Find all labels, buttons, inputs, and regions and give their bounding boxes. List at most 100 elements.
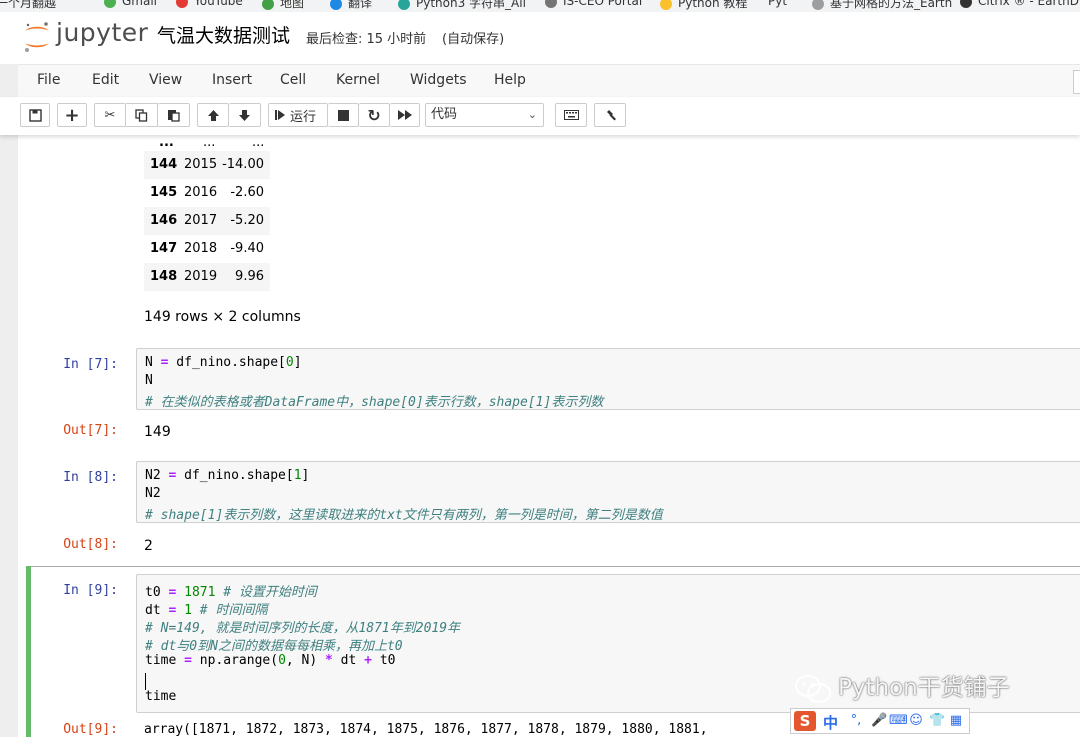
row-index: 147 <box>150 241 178 256</box>
code-comment: # 在类似的表格或者DataFrame中，shape[0]表示行数，shape[… <box>145 395 604 410</box>
row-index: 146 <box>150 213 178 228</box>
notebook-title[interactable]: 气温大数据测试 <box>157 21 290 48</box>
menu-kernel[interactable]: Kernel <box>336 72 380 88</box>
autosave-status: (自动保存) <box>442 32 505 47</box>
bookmark-item[interactable]: Python3 字符串_All <box>398 0 526 11</box>
watermark-text: Python干货铺子 <box>838 675 1010 701</box>
skin-icon[interactable]: 👕 <box>929 713 945 729</box>
input-prompt: In [7]: <box>63 357 118 372</box>
arrow-up-icon <box>207 109 219 121</box>
copy-button[interactable] <box>126 103 158 127</box>
cell-output: 149 <box>144 424 171 440</box>
chevron-down-icon: ⌄ <box>527 108 537 121</box>
row-year: 2016 <box>184 185 218 200</box>
menu-help[interactable]: Help <box>494 72 526 88</box>
jupyter-logo-icon[interactable] <box>22 20 52 54</box>
code-comment: # shape[1]表示列数，这里读取进来的txt文件只有两列，第一列是时间，第… <box>145 508 663 523</box>
menu-insert[interactable]: Insert <box>212 72 252 88</box>
run-button[interactable]: 运行 <box>268 103 328 127</box>
bookmark-item[interactable]: 基于网格的方法_Earth <box>812 0 952 11</box>
bookmark-item[interactable]: Gmail <box>104 0 157 8</box>
sogou-logo-icon[interactable]: S <box>794 711 816 731</box>
table-row: 146 2017 -5.20 <box>144 207 270 235</box>
toolbox-icon[interactable]: ▦ <box>949 713 963 729</box>
arrow-down-icon <box>239 109 250 121</box>
dataframe-shape-note: 149 rows × 2 columns <box>144 309 301 325</box>
paste-button[interactable] <box>158 103 190 127</box>
row-value: 9.96 <box>235 269 264 284</box>
punctuation-icon[interactable]: °, <box>845 713 867 729</box>
cut-button[interactable]: ✂ <box>94 103 126 127</box>
save-button[interactable] <box>20 103 50 127</box>
ime-mode-toggle[interactable]: 中 <box>823 712 838 733</box>
text-cursor <box>145 673 146 690</box>
restart-button[interactable]: ↻ <box>359 103 390 127</box>
bookmark-item[interactable]: 翻译 <box>330 0 372 11</box>
bookmark-item[interactable]: 一个月翻越 <box>0 0 56 11</box>
menu-cell[interactable]: Cell <box>280 72 306 88</box>
table-row: 144 2015 -14.00 <box>144 151 270 179</box>
row-year: 2018 <box>184 241 218 256</box>
add-cell-button[interactable]: + <box>57 103 87 127</box>
row-index: 148 <box>150 269 178 284</box>
row-index: 144 <box>150 157 178 172</box>
wrench-button[interactable] <box>594 103 626 127</box>
menu-bar: File Edit View Insert Cell Kernel Widget… <box>18 64 1080 99</box>
command-palette-button[interactable] <box>555 103 587 127</box>
code-line: dt = 1 # 时间间隔 <box>145 603 268 618</box>
menu-widgets[interactable]: Widgets <box>410 72 467 88</box>
bookmark-item[interactable]: Citrix ® - EarthDy <box>960 0 1080 8</box>
interrupt-button[interactable] <box>328 103 359 127</box>
ime-toolbar[interactable]: S 中 °, 🎤 ⌨ ☺ 👕 ▦ <box>790 708 970 734</box>
keyboard-icon <box>563 110 579 120</box>
menu-edit[interactable]: Edit <box>92 72 119 88</box>
gavel-icon <box>606 109 616 120</box>
row-year: 2017 <box>184 213 218 228</box>
code-line: N = df_nino.shape[0] <box>145 355 302 370</box>
code-comment: # N=149, 就是时间序列的长度，从1871年到2019年 <box>145 621 461 636</box>
output-prompt: Out[7]: <box>63 423 118 438</box>
plus-icon: + <box>64 104 80 126</box>
wechat-icon <box>795 674 831 703</box>
code-line: t0 = 1871 # 设置开始时间 <box>145 585 317 600</box>
code-line: time <box>145 689 177 704</box>
jupyter-header: jupyter 气温大数据测试 最后检查: 15 小时前 (自动保存) <box>0 12 1080 64</box>
code-comment: # dt与0到N之间的数据每每相乘，再加上t0 <box>145 639 403 654</box>
bookmark-item[interactable]: YouTube <box>176 0 243 8</box>
menu-file[interactable]: File <box>37 72 60 88</box>
cell-type-value: 代码 <box>431 107 458 122</box>
df-ellipsis: ... <box>159 135 174 150</box>
table-row: 148 2019 9.96 <box>144 263 270 291</box>
move-up-button[interactable] <box>197 103 229 127</box>
keyboard-icon[interactable]: ⌨ <box>889 713 908 729</box>
bookmark-item[interactable]: 地图 <box>262 0 304 11</box>
restart-run-all-button[interactable] <box>390 103 420 127</box>
checkpoint-status: 最后检查: 15 小时前 <box>306 32 427 47</box>
input-prompt: In [9]: <box>63 583 118 598</box>
bookmark-item[interactable]: IS-CEO Portal <box>545 0 642 8</box>
cell-type-select[interactable]: 代码 ⌄ <box>425 103 544 127</box>
row-value: -9.40 <box>230 241 264 256</box>
row-year: 2015 <box>184 157 218 172</box>
df-ellipsis: ... <box>252 135 265 150</box>
notebook-container: ... ... ... 144 2015 -14.00 145 2016 -2.… <box>18 135 1080 737</box>
bookmark-item[interactable]: Python 教程 <box>660 0 747 11</box>
run-label: 运行 <box>290 109 317 125</box>
microphone-icon[interactable]: 🎤 <box>871 713 887 729</box>
input-prompt: In [8]: <box>63 470 118 485</box>
row-value: -5.20 <box>230 213 264 228</box>
code-cell-input[interactable]: N = df_nino.shape[0] N # 在类似的表格或者DataFra… <box>136 348 1080 410</box>
user-icon[interactable]: ☺ <box>909 713 923 729</box>
fast-forward-icon <box>397 110 412 120</box>
move-down-button[interactable] <box>229 103 261 127</box>
code-line: time = np.arange(0, N) * dt + t0 <box>145 653 396 668</box>
bookmark-item[interactable]: Pyt <box>768 0 787 8</box>
row-value: -14.00 <box>222 157 264 172</box>
table-row: 147 2018 -9.40 <box>144 235 270 263</box>
jupyter-wordmark[interactable]: jupyter <box>56 18 148 47</box>
output-prompt: Out[9]: <box>63 722 118 737</box>
code-cell-input[interactable]: N2 = df_nino.shape[1] N2 # shape[1]表示列数，… <box>136 461 1080 523</box>
toolbar: + ✂ 运行 ↻ 代码 ⌄ <box>0 97 1080 135</box>
menu-view[interactable]: View <box>149 72 182 88</box>
scissors-icon: ✂ <box>104 107 116 123</box>
